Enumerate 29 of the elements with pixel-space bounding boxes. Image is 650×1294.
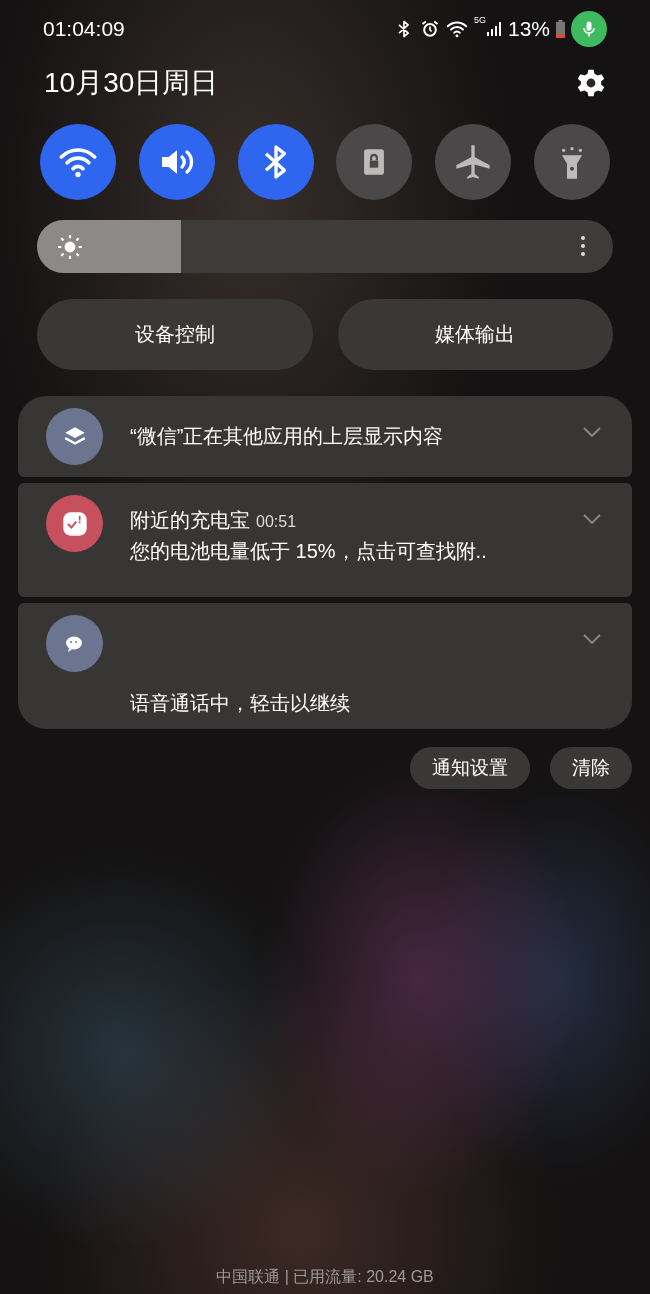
chevron-down-icon [582,633,602,645]
chevron-down-icon [582,426,602,438]
battery-percent: 13% [507,17,550,41]
wifi-icon [445,18,468,40]
panel-button[interactable]: 媒体输出 [337,299,613,370]
more-options-icon [581,236,585,256]
signal-icon [485,20,502,38]
notification-text: 语音通话中，轻击以继续 [130,691,351,716]
sun-icon [57,233,83,260]
notification-action-button[interactable]: 通知设置 [410,747,530,789]
alarm-clock-icon [419,19,440,39]
date-label: 10月30日周日 [44,66,219,100]
notification-card[interactable]: 语音通话中，轻击以继续 [18,603,632,729]
chevron-down-icon [582,513,602,525]
battery-icon [556,19,565,39]
notification-title: “微信”正在其他应用的上层显示内容 [130,424,445,449]
clock-time: 01:04:09 [43,17,125,41]
panel-button[interactable]: 设备控制 [37,299,313,370]
network-type-label: 5G [473,15,486,25]
notification-card[interactable]: 附近的充电宝 00:51 您的电池电量低于 15%，点击可查找附.. [18,483,632,597]
notification-action-button[interactable]: 清除 [550,747,632,789]
settings-icon [575,67,607,99]
notification-time: 00:51 [256,513,297,531]
notification-text: 您的电池电量低于 15%，点击可查找附.. [130,539,488,564]
brightness-slider[interactable] [37,220,613,273]
notification-card[interactable]: “微信”正在其他应用的上层显示内容 [18,396,632,477]
checklist-icon [60,509,89,538]
carrier-usage-text: 中国联通 | 已用流量: 20.24 GB [216,1267,434,1287]
notification-title: 附近的充电宝 [130,508,250,533]
